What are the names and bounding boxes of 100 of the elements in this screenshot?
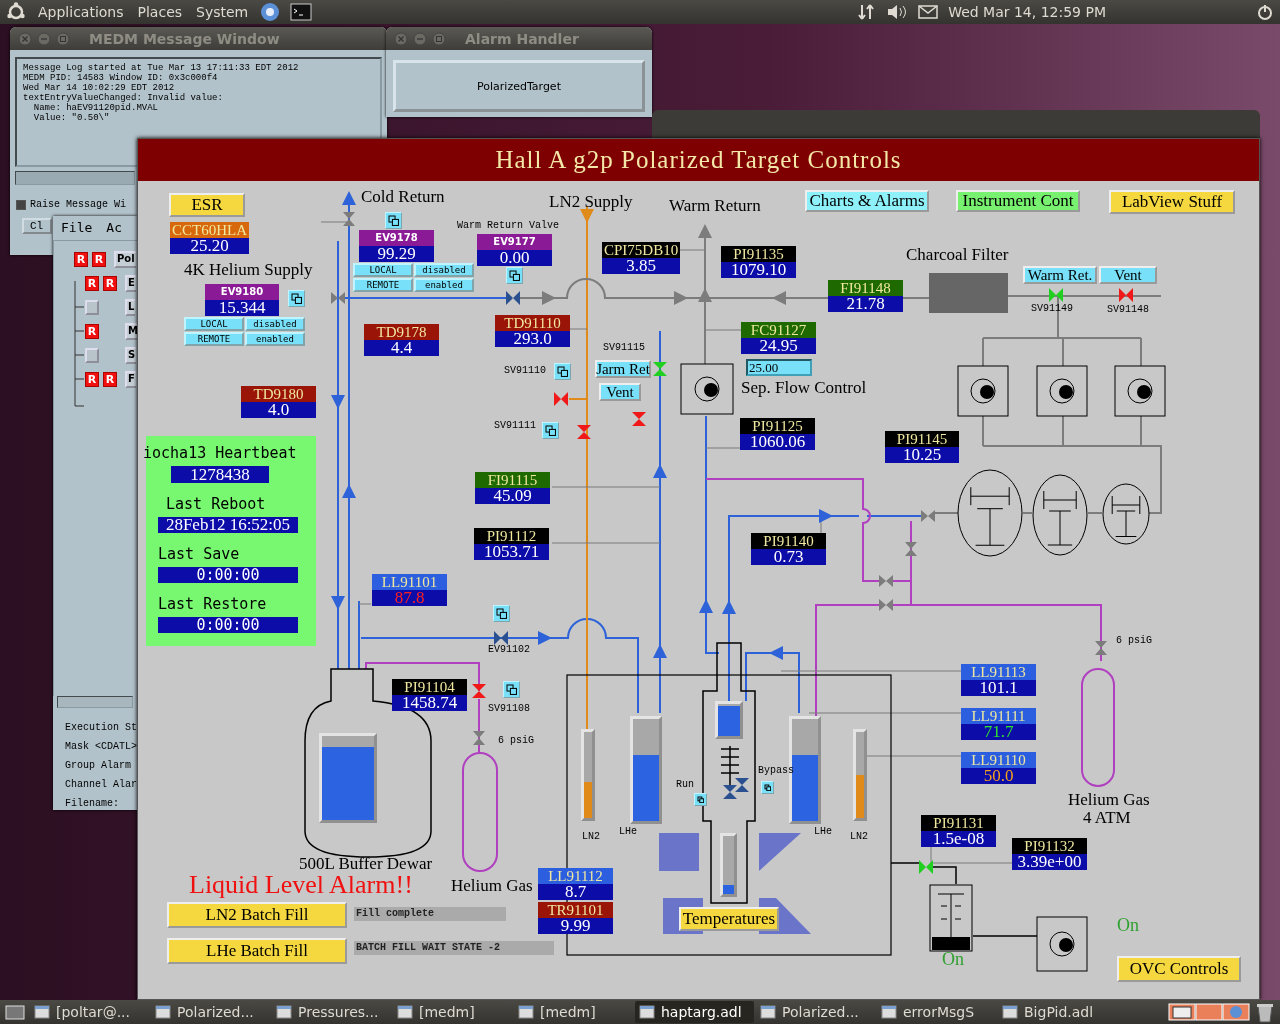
nav-button[interactable]: Temperatures <box>679 907 779 931</box>
readout-value: 1060.06 <box>740 434 815 450</box>
ubuntu-logo-icon[interactable] <box>6 2 26 22</box>
tree-item[interactable]: Pol <box>114 251 136 268</box>
vacuum-pump-icon <box>929 884 973 952</box>
show-desktop-icon[interactable] <box>4 1002 28 1022</box>
taskbar-item[interactable]: [poltar@... <box>30 1001 149 1023</box>
mode-button[interactable]: REMOTE <box>353 278 413 292</box>
window-icon <box>881 1005 897 1019</box>
tree-item[interactable]: L <box>125 299 136 316</box>
taskbar-item[interactable]: [medm] <box>393 1001 512 1023</box>
readout-label: LL91111 <box>961 708 1036 724</box>
taskbar-item[interactable]: Pressures... <box>272 1001 391 1023</box>
browser-icon[interactable] <box>260 2 281 22</box>
readout-label: LL91113 <box>961 664 1036 680</box>
manual-valve-icon <box>331 292 345 304</box>
menu-item[interactable]: File <box>61 220 93 236</box>
readout-value: 15.344 <box>205 300 279 316</box>
readout-label: TD9180 <box>241 386 316 402</box>
valve-icon[interactable] <box>577 425 591 439</box>
menu-item[interactable]: Places <box>135 4 185 20</box>
readout-value: 0.73 <box>751 549 826 565</box>
tree-item[interactable]: M <box>125 323 137 340</box>
time-value: 0:00:00 <box>158 567 298 583</box>
nav-button[interactable]: LN2 Batch Fill <box>167 902 347 928</box>
mail-icon[interactable] <box>918 4 939 20</box>
related-display-button[interactable] <box>542 422 559 439</box>
related-display-button[interactable] <box>554 363 571 380</box>
valve-button[interactable]: Warm Ret. <box>1023 266 1097 284</box>
mode-button[interactable]: enabled <box>245 332 305 346</box>
tree-item[interactable]: F <box>125 371 136 388</box>
mode-button[interactable]: LOCAL <box>184 317 244 331</box>
taskbar-item[interactable]: Polarized... <box>756 1001 875 1023</box>
taskbar-item[interactable]: errorMsgS <box>877 1001 996 1023</box>
related-display-button[interactable] <box>761 781 774 794</box>
valve-button[interactable]: Jarm Ret <box>595 360 651 378</box>
nav-button[interactable]: LHe Batch Fill <box>167 938 347 964</box>
readout-value: 4.4 <box>364 340 439 356</box>
taskbar-item[interactable]: Polarized... <box>151 1001 270 1023</box>
flow-arrow-icon <box>722 600 736 614</box>
valve-label: SV91111 <box>494 420 536 431</box>
menu-item[interactable]: Applications <box>36 4 126 20</box>
trash-icon[interactable] <box>1254 1001 1276 1023</box>
readout-label: FI91148 <box>828 280 903 296</box>
related-display-button[interactable] <box>385 212 402 229</box>
checkbox-label: Raise Message Wi <box>30 199 126 210</box>
valve-icon[interactable] <box>1119 288 1133 302</box>
mode-button[interactable]: enabled <box>414 278 474 292</box>
flow-arrow-icon <box>342 191 356 205</box>
scrollbar[interactable] <box>15 171 135 185</box>
taskbar-item[interactable]: haptarg.adl <box>635 1001 754 1023</box>
log-line: Wed Mar 14 10:02:29 EDT 2012 <box>23 83 176 93</box>
related-display-button[interactable] <box>506 267 523 284</box>
clock[interactable]: Wed Mar 14, 12:59 PM <box>948 4 1106 20</box>
network-icon[interactable] <box>856 2 877 22</box>
leader-line <box>705 447 741 449</box>
nav-button[interactable]: LabView Stuff <box>1109 190 1235 214</box>
nav-button[interactable]: Instrument Cont <box>956 190 1080 212</box>
scrollbar[interactable] <box>57 696 133 708</box>
valve-icon[interactable] <box>632 412 646 426</box>
mode-button[interactable]: LOCAL <box>353 263 413 277</box>
related-display-button[interactable] <box>694 793 707 806</box>
related-display-button[interactable] <box>503 681 520 698</box>
log-line: Value: "0.50\" <box>32 113 111 123</box>
workspace-switcher-icon[interactable] <box>1168 1002 1252 1022</box>
terminal-icon[interactable] <box>290 3 313 21</box>
valve-icon[interactable] <box>472 684 486 698</box>
mode-button[interactable]: REMOTE <box>184 332 244 346</box>
readout-label: PI91132 <box>1012 838 1087 854</box>
window-icon <box>34 1005 50 1019</box>
menu-item[interactable]: Ac <box>106 220 122 236</box>
alarm-group-button[interactable]: PolarizedTarget <box>393 60 645 112</box>
related-display-button[interactable] <box>493 605 510 622</box>
pump-icon <box>1114 365 1166 417</box>
speaker-icon[interactable] <box>886 3 909 21</box>
nav-button[interactable]: Charts & Alarms <box>805 190 929 212</box>
menu-item[interactable]: System <box>194 4 251 20</box>
power-icon[interactable] <box>1256 3 1274 21</box>
taskbar-item[interactable]: BigPid.adl <box>998 1001 1117 1023</box>
valve-icon[interactable] <box>554 392 568 406</box>
alarm-indicator <box>85 300 99 315</box>
alarm-mark: R <box>85 276 99 291</box>
valve-button[interactable]: Vent <box>1099 266 1157 284</box>
nav-button[interactable]: OVC Controls <box>1117 956 1241 982</box>
valve-button[interactable]: Vent <box>599 383 641 401</box>
related-display-button[interactable] <box>288 290 305 307</box>
nav-button[interactable]: ESR <box>169 193 245 217</box>
readout-value: 3.39e+00 <box>1012 854 1087 870</box>
readout-value: 293.0 <box>495 331 570 347</box>
mode-button[interactable]: disabled <box>414 263 474 277</box>
checkbox[interactable] <box>16 199 26 210</box>
flow-arrow-icon <box>819 509 833 523</box>
tree-item[interactable]: E <box>125 275 136 292</box>
valve-label: SV91108 <box>488 703 530 714</box>
readout-label: PI91112 <box>474 528 549 544</box>
alarm-mark: R <box>92 252 106 267</box>
mode-button[interactable]: disabled <box>245 317 305 331</box>
clear-button[interactable]: Cl <box>22 218 52 234</box>
taskbar-item[interactable]: [medm] <box>514 1001 633 1023</box>
setpoint-field[interactable]: 25.00 <box>746 359 812 376</box>
